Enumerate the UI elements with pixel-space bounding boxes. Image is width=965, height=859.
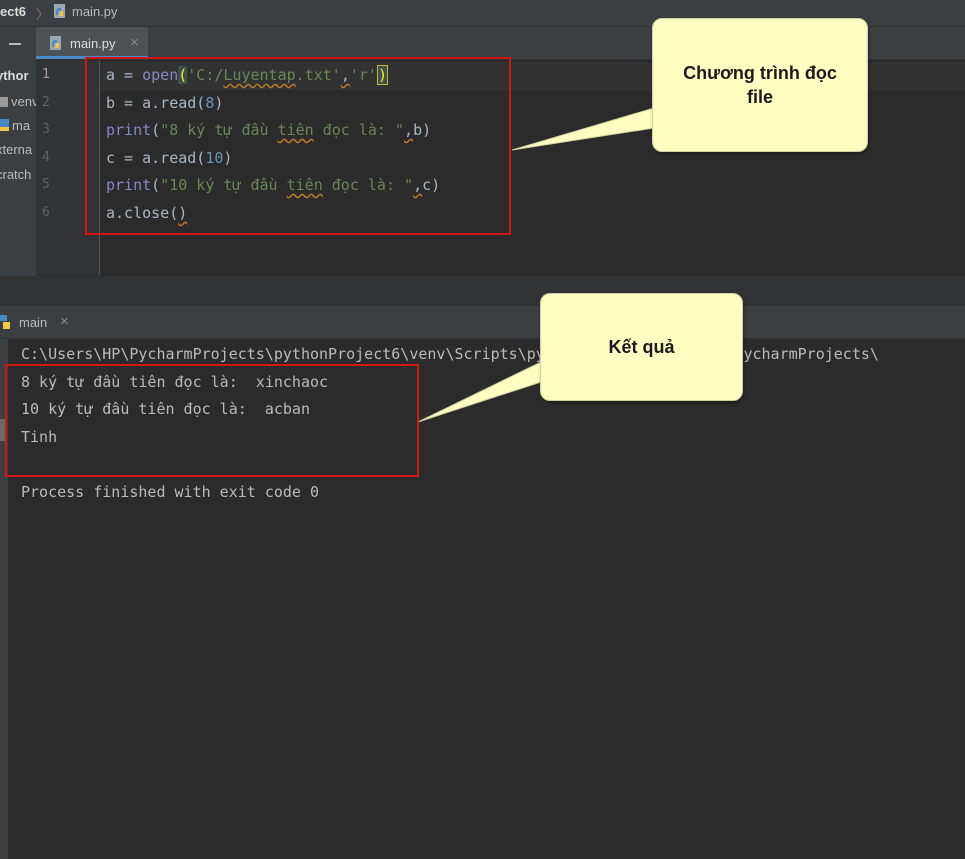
- tab-main-py[interactable]: main.py ×: [36, 27, 148, 59]
- python-file-icon: [48, 35, 64, 54]
- folder-icon: [0, 97, 8, 107]
- console-line: Process finished with exit code 0: [21, 483, 320, 501]
- project-sidebar: ythor venv ma xterna cratch: [0, 27, 37, 305]
- tab-run-main[interactable]: main ×: [0, 306, 80, 338]
- sidebar-item-main[interactable]: ma: [0, 118, 30, 133]
- python-icon: [0, 314, 12, 333]
- tab-label: main.py: [70, 36, 116, 51]
- sidebar-item-external-libraries[interactable]: xterna: [0, 142, 32, 157]
- line-number: 2: [42, 95, 50, 110]
- line-number: 1: [42, 67, 50, 82]
- line-number: 4: [42, 150, 50, 165]
- breadcrumb-separator: 〉: [36, 7, 50, 22]
- result-callout-text: Kết quả: [608, 336, 675, 357]
- python-file-icon: [0, 119, 9, 131]
- minimize-icon[interactable]: [9, 43, 21, 45]
- line-number: 5: [42, 177, 50, 192]
- python-file-icon: [52, 3, 68, 22]
- sidebar-item-project-root[interactable]: ythor: [0, 68, 29, 83]
- line-number: 3: [42, 122, 50, 137]
- result-callout: Kết quả: [540, 293, 743, 401]
- panel-splitter[interactable]: [0, 276, 965, 306]
- run-tab-bar: main ×: [0, 306, 965, 339]
- breadcrumb-file[interactable]: main.py: [72, 4, 118, 19]
- code-callout-text: Chương trình đọc file: [683, 63, 837, 107]
- result-highlight-box: [5, 364, 419, 477]
- sidebar-item-scratches[interactable]: cratch: [0, 167, 31, 182]
- run-tab-label: main: [19, 315, 48, 330]
- sidebar-item-label: ma: [12, 118, 31, 133]
- breadcrumb-project[interactable]: ect6: [0, 4, 26, 19]
- close-icon[interactable]: ×: [60, 313, 69, 330]
- code-highlight-box: [85, 57, 511, 235]
- line-number: 6: [42, 205, 50, 220]
- code-callout: Chương trình đọc file: [652, 18, 868, 152]
- sidebar-item-venv[interactable]: venv: [0, 94, 37, 109]
- close-icon[interactable]: ×: [130, 34, 139, 51]
- console-line: C:\Users\HP\PycharmProjects\pythonProjec…: [21, 345, 879, 363]
- sidebar-item-label: venv: [11, 94, 37, 109]
